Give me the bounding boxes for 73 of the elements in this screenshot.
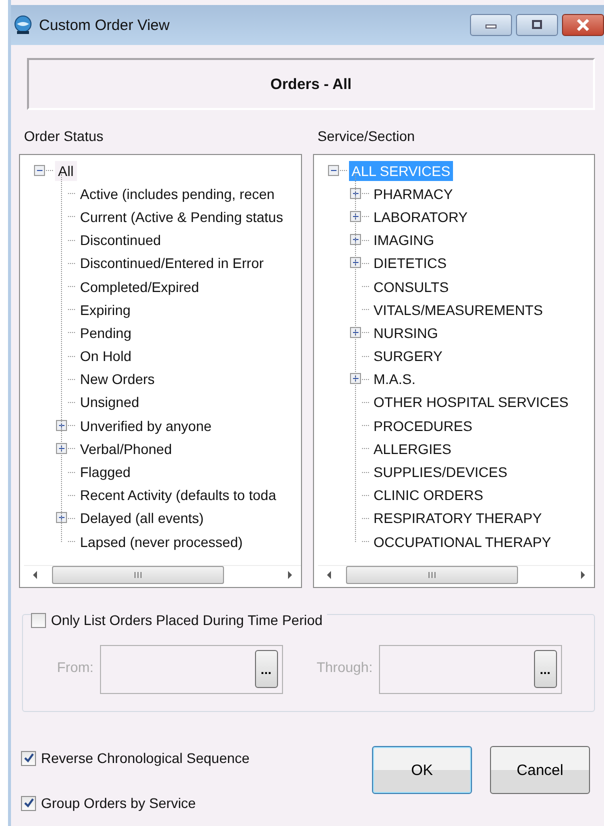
collapse-icon[interactable] bbox=[328, 164, 340, 177]
tree-item[interactable]: NURSING bbox=[370, 322, 442, 343]
tree-item[interactable]: Discontinued bbox=[77, 230, 164, 250]
tree-item[interactable]: Recent Activity (defaults to toda bbox=[77, 485, 280, 506]
tree-item[interactable]: LABORATORY bbox=[370, 206, 471, 227]
tree-label: Service/Section bbox=[318, 128, 416, 146]
tree-item[interactable]: SUPPLIES/DEVICES bbox=[370, 462, 510, 482]
tree-item[interactable]: New Orders bbox=[77, 369, 158, 390]
tree-item[interactable]: Unsigned bbox=[77, 392, 142, 412]
tree-item[interactable]: Pending bbox=[77, 322, 134, 343]
tree-item[interactable]: Verbal/Phoned bbox=[77, 438, 175, 459]
minimize-button[interactable] bbox=[470, 14, 512, 36]
tree-item[interactable]: Flagged bbox=[77, 462, 134, 482]
view-title-panel: Orders - All bbox=[27, 58, 595, 110]
tree-item[interactable]: Unverified by anyone bbox=[77, 416, 215, 436]
tree-item[interactable]: Expiring bbox=[77, 300, 134, 320]
tree-item[interactable]: DIETETICS bbox=[370, 253, 450, 274]
grip-icon bbox=[133, 571, 143, 579]
tree-item[interactable]: OCCUPATIONAL THERAPY bbox=[370, 532, 554, 552]
tree-item[interactable]: Active (includes pending, recen bbox=[77, 184, 278, 204]
expand-icon[interactable] bbox=[56, 420, 68, 432]
expand-icon[interactable] bbox=[350, 234, 362, 246]
scroll-left-icon[interactable] bbox=[324, 570, 332, 580]
tree-item[interactable]: Current (Active & Pending status bbox=[77, 206, 286, 227]
scroll-right-icon[interactable] bbox=[286, 570, 294, 580]
checkbox[interactable] bbox=[21, 750, 36, 766]
ok-button[interactable]: OK bbox=[372, 746, 472, 794]
expand-icon[interactable] bbox=[56, 512, 68, 524]
app-globe-icon bbox=[13, 15, 33, 35]
expand-icon[interactable] bbox=[350, 373, 362, 386]
scrollbar-thumb[interactable] bbox=[52, 566, 224, 584]
close-button[interactable] bbox=[562, 14, 604, 36]
tree-item[interactable]: CLINIC ORDERS bbox=[370, 485, 486, 506]
expand-icon[interactable] bbox=[350, 210, 362, 223]
tree-label: Order Status bbox=[24, 128, 104, 146]
checkbox-label: Group Orders by Service bbox=[41, 795, 196, 811]
tree-item[interactable]: Delayed (all events) bbox=[77, 508, 207, 528]
cancel-button[interactable]: Cancel bbox=[490, 746, 590, 794]
tree-item[interactable]: PHARMACY bbox=[370, 184, 456, 204]
scroll-left-icon[interactable] bbox=[31, 570, 39, 580]
maximize-button[interactable] bbox=[516, 14, 558, 36]
tree-item[interactable]: Lapsed (never processed) bbox=[77, 532, 246, 552]
scrollbar-thumb[interactable] bbox=[346, 566, 518, 584]
checkbox-label: Reverse Chronological Sequence bbox=[41, 750, 250, 766]
tree-item[interactable]: RESPIRATORY THERAPY bbox=[370, 508, 545, 528]
tree-item[interactable]: OTHER HOSPITAL SERVICES bbox=[370, 392, 572, 412]
expand-icon[interactable] bbox=[56, 442, 68, 455]
maximize-icon bbox=[531, 20, 543, 30]
expand-icon[interactable] bbox=[350, 326, 362, 339]
checkbox[interactable] bbox=[21, 796, 36, 810]
checkbox-label: Only List Orders Placed During Time Period bbox=[51, 612, 323, 628]
tree-item[interactable]: ALLERGIES bbox=[370, 438, 454, 459]
collapse-icon[interactable] bbox=[34, 164, 46, 177]
horizontal-scrollbar[interactable] bbox=[318, 565, 594, 584]
scroll-right-icon[interactable] bbox=[579, 570, 587, 580]
close-icon bbox=[576, 19, 590, 31]
tree-item[interactable]: M.A.S. bbox=[370, 369, 419, 390]
tree-item[interactable]: VITALS/MEASUREMENTS bbox=[370, 300, 546, 320]
tree-item[interactable]: PROCEDURES bbox=[370, 416, 476, 436]
date-label: From: bbox=[57, 659, 94, 675]
tree-item[interactable]: All bbox=[55, 160, 77, 181]
tree-item[interactable]: On Hold bbox=[77, 346, 134, 366]
tree-item[interactable]: IMAGING bbox=[370, 230, 438, 250]
expand-icon[interactable] bbox=[350, 188, 362, 200]
date-label: Through: bbox=[316, 659, 373, 675]
expand-icon[interactable] bbox=[350, 257, 362, 270]
tree-item[interactable]: CONSULTS bbox=[370, 276, 452, 297]
tree-item[interactable]: Completed/Expired bbox=[77, 276, 202, 297]
grip-icon bbox=[426, 571, 436, 579]
tree-item[interactable]: Discontinued/Entered in Error bbox=[77, 253, 267, 274]
tree-item[interactable]: SURGERY bbox=[370, 346, 446, 366]
window-title: Custom Order View bbox=[39, 16, 170, 34]
horizontal-scrollbar[interactable] bbox=[24, 565, 300, 584]
